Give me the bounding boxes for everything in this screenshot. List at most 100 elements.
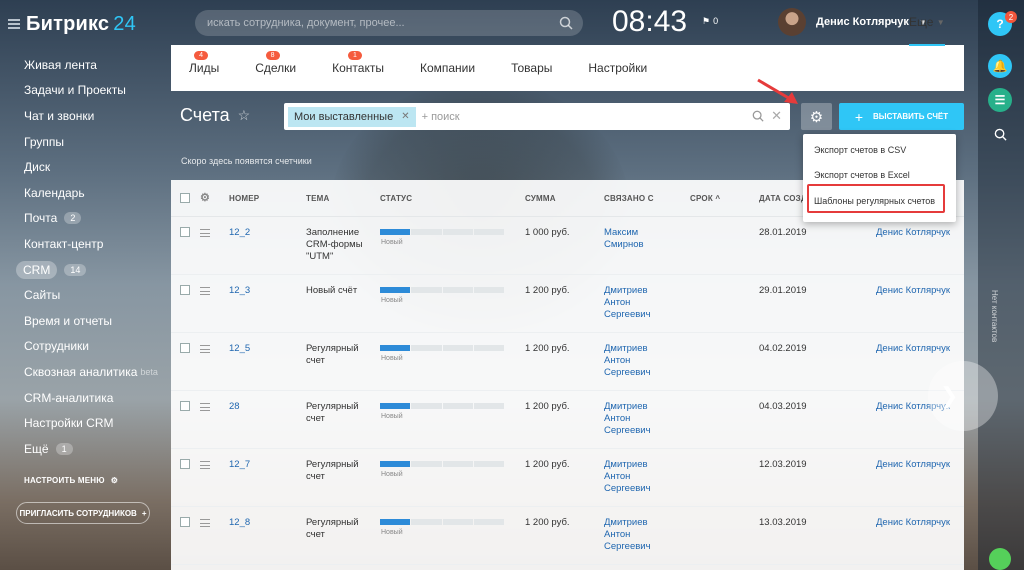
table-row[interactable]: 12_8 Регулярный счет Новый 1 200 руб. Дмитри…	[171, 507, 964, 565]
row-checkbox[interactable]	[180, 517, 190, 527]
invoice-number-link[interactable]: 12_3	[229, 285, 250, 297]
sidebar-item[interactable]: Календарь	[24, 180, 158, 206]
close-icon[interactable]: ✕	[401, 111, 409, 122]
responsible-link[interactable]: Денис Котлярчук	[876, 285, 950, 297]
header-number[interactable]: НОМЕР	[229, 194, 259, 203]
sidebar-item[interactable]: Диск	[24, 154, 158, 180]
menu-icon[interactable]	[8, 19, 20, 29]
clock[interactable]: 08:43	[612, 5, 687, 39]
menu-item-export-excel[interactable]: Экспорт счетов в Excel	[814, 170, 910, 180]
status-progress[interactable]	[380, 229, 504, 235]
status-progress[interactable]	[380, 345, 504, 351]
invoice-number-link[interactable]: 28	[229, 401, 240, 413]
settings-gear-button[interactable]: ⚙	[801, 103, 832, 130]
bell-icon[interactable]: 🔔	[988, 54, 1012, 78]
linked-contact-link[interactable]: Максим Смирнов	[604, 227, 664, 251]
sidebar-item[interactable]: Почта 2	[24, 206, 158, 232]
linked-contact-link[interactable]: Дмитриев Антон Сергеевич	[604, 285, 664, 321]
row-menu-icon[interactable]	[200, 287, 210, 295]
linked-contact-link[interactable]: Дмитриев Антон Сергеевич	[604, 401, 664, 437]
status-progress[interactable]	[380, 519, 504, 525]
row-checkbox[interactable]	[180, 227, 190, 237]
responsible-link[interactable]: Денис Котлярчук	[876, 227, 950, 239]
menu-item-export-csv[interactable]: Экспорт счетов в CSV	[814, 145, 906, 155]
row-menu-icon[interactable]	[200, 345, 210, 353]
sidebar-item[interactable]: Задачи и Проекты	[24, 78, 158, 104]
sidebar-item[interactable]: Живая лента	[24, 52, 158, 78]
row-checkbox[interactable]	[180, 459, 190, 469]
sidebar-item[interactable]: Ещё 1	[24, 436, 158, 462]
responsible-link[interactable]: Денис Котлярчук	[876, 459, 950, 471]
row-checkbox[interactable]	[180, 401, 190, 411]
table-row[interactable]: 12_5 Регулярный счет Новый 1 200 руб. Дмитри…	[171, 333, 964, 391]
header-status[interactable]: СТАТУС	[380, 194, 412, 203]
header-sum[interactable]: СУММА	[525, 194, 556, 203]
chevron-right-icon[interactable]: ❯	[928, 361, 998, 431]
responsible-link[interactable]: Денис Котлярчук	[876, 343, 950, 355]
header-linked[interactable]: СВЯЗАНО С	[604, 194, 654, 203]
star-icon[interactable]: ☆	[238, 107, 251, 124]
status-progress[interactable]	[380, 403, 504, 409]
filter-search-input[interactable]: Мои выставленные ✕ + поиск ✕	[284, 103, 790, 130]
sidebar-item[interactable]: CRM 14	[16, 257, 158, 283]
sidebar-item[interactable]: Чат и звонки	[24, 103, 158, 129]
status-progress[interactable]	[380, 461, 504, 467]
header-date[interactable]: ДАТА СОЗД	[759, 194, 807, 203]
tab-label: Компании	[419, 61, 476, 75]
create-invoice-button[interactable]: + ВЫСТАВИТЬ СЧЁТ	[839, 103, 964, 130]
filter-chip[interactable]: Мои выставленные ✕	[288, 106, 416, 127]
sidebar-item[interactable]: Настройки CRM	[24, 410, 158, 436]
sidebar-item[interactable]: CRM-аналитика	[24, 385, 158, 411]
sidebar-item-label: Диск	[24, 160, 51, 175]
sidebar-item[interactable]: Время и отчеты	[24, 308, 158, 334]
row-menu-icon[interactable]	[200, 461, 210, 469]
linked-contact-link[interactable]: Дмитриев Антон Сергеевич	[604, 343, 664, 379]
user-menu[interactable]: Денис Котлярчук ▼	[778, 8, 927, 36]
gear-icon[interactable]: ⚙	[200, 191, 210, 204]
row-checkbox[interactable]	[180, 343, 190, 353]
setup-menu-link[interactable]: НАСТРОИТЬ МЕНЮ ⚙	[24, 476, 118, 485]
row-menu-icon[interactable]	[200, 229, 210, 237]
table-row[interactable]: 12_7 Регулярный счет Новый 1 200 руб. Дмитри…	[171, 449, 964, 507]
invoice-number-link[interactable]: 12_5	[229, 343, 250, 355]
sidebar-item[interactable]: Группы	[24, 129, 158, 155]
clear-icon[interactable]: ✕	[771, 108, 782, 124]
sidebar-item[interactable]: Сайты	[24, 282, 158, 308]
linked-contact-link[interactable]: Дмитриев Антон Сергеевич	[604, 459, 664, 495]
sidebar-item[interactable]: Сквозная аналитика beta	[24, 359, 158, 385]
row-menu-icon[interactable]	[200, 519, 210, 527]
status-progress[interactable]	[380, 287, 504, 293]
linked-contact-link[interactable]: Дмитриев Антон Сергеевич	[604, 517, 664, 553]
row-checkbox[interactable]	[180, 285, 190, 295]
phone-icon[interactable]	[989, 548, 1011, 570]
chat-icon[interactable]: ☰	[988, 88, 1012, 112]
tab-5[interactable]: Настройки	[570, 45, 665, 91]
table-row[interactable]: 12_3 Новый счёт Новый 1 200 руб. Дмитриев Ан…	[171, 275, 964, 333]
tab-2[interactable]: Контакты 1	[314, 45, 402, 91]
flag-icon: ⚑	[702, 16, 711, 26]
tab-1[interactable]: Сделки 8	[237, 45, 314, 91]
responsible-link[interactable]: Денис Котлярчук	[876, 517, 950, 529]
logo[interactable]: Битрикс 24	[8, 12, 136, 36]
sidebar-item-label: Чат и звонки	[24, 108, 95, 123]
sidebar-item[interactable]: Контакт-центр	[24, 231, 158, 257]
tab-3[interactable]: Компании	[402, 45, 493, 91]
flag-counter[interactable]: ⚑ 0	[702, 16, 718, 27]
tab-0[interactable]: Лиды 4	[171, 45, 237, 91]
tab-more[interactable]: Еще ▼	[909, 0, 945, 46]
header-topic[interactable]: ТЕМА	[306, 194, 329, 203]
row-menu-icon[interactable]	[200, 403, 210, 411]
search-icon[interactable]	[752, 110, 764, 122]
invoice-number-link[interactable]: 12_8	[229, 517, 250, 529]
sidebar-item[interactable]: Сотрудники	[24, 334, 158, 360]
invite-button[interactable]: ПРИГЛАСИТЬ СОТРУДНИКОВ +	[16, 502, 150, 524]
table-row[interactable]: 28 Регулярный счет Новый 1 200 руб. Дмитриев…	[171, 391, 964, 449]
table-row[interactable]: 12_2 Заполнение CRM-формы "UTM" Новый 1 000…	[171, 217, 964, 275]
invoice-number-link[interactable]: 12_7	[229, 459, 250, 471]
select-all-checkbox[interactable]	[180, 193, 190, 203]
header-term[interactable]: СРОК ^	[690, 194, 720, 203]
invoice-number-link[interactable]: 12_2	[229, 227, 250, 239]
search-icon[interactable]	[988, 122, 1012, 146]
tab-4[interactable]: Товары	[493, 45, 570, 91]
global-search-input[interactable]: искать сотрудника, документ, прочее...	[195, 10, 583, 36]
